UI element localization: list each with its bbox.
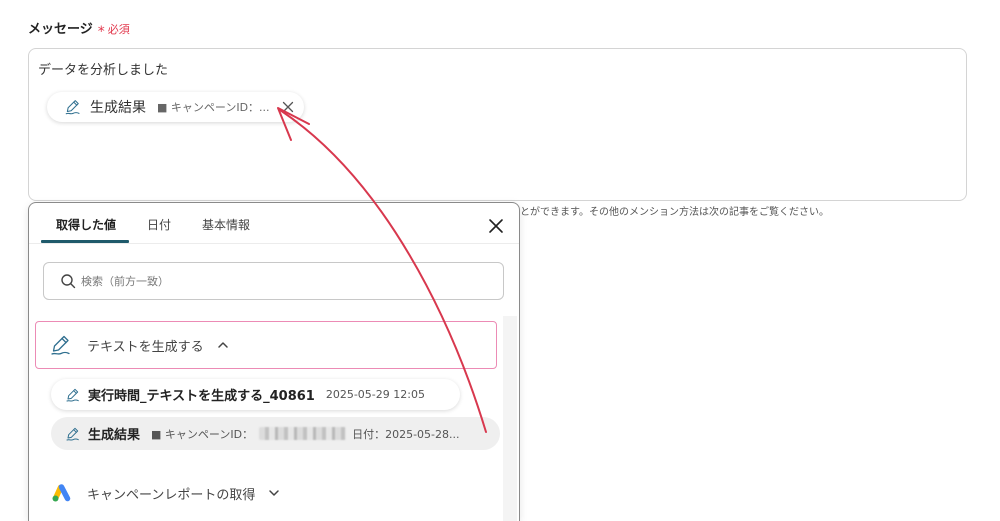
- item-detail: 2025-05-29 12:05: [325, 388, 425, 401]
- message-text: データを分析しました: [38, 63, 169, 78]
- chip-detail: ■ キャンペーンID：...: [157, 101, 270, 114]
- section-generate-text[interactable]: テキストを生成する: [35, 321, 497, 369]
- tab-basic-info[interactable]: 基本情報: [202, 216, 250, 234]
- list-item-execution-time[interactable]: 実行時間_テキストを生成する_40861 2025-05-29 12:05: [51, 379, 460, 410]
- active-tab-indicator: [41, 240, 129, 243]
- item-title: 生成結果: [88, 428, 141, 443]
- section-campaign-report[interactable]: キャンペーンレポートの取得: [35, 469, 497, 517]
- close-icon[interactable]: [488, 218, 504, 234]
- required-asterisk: *: [97, 24, 105, 40]
- tab-divider: [29, 243, 519, 244]
- required-indicator: * 必須: [98, 20, 130, 40]
- required-text: 必須: [107, 23, 130, 36]
- search-field[interactable]: [43, 262, 504, 300]
- search-icon: [60, 273, 76, 289]
- list-item-generated-result[interactable]: 生成結果 ■ キャンペーンID： 日付：2025-05-28...: [51, 417, 500, 450]
- item-detail: ■ キャンペーンID：: [151, 427, 254, 441]
- variable-picker-popup: 取得した値 日付 基本情報 テキストを生成する: [28, 202, 520, 521]
- chevron-down-icon[interactable]: [268, 487, 280, 499]
- item-date: 日付：2025-05-28...: [352, 427, 460, 441]
- generate-text-icon: [64, 98, 82, 116]
- helper-text: とができます。その他のメンション方法は次の記事をご覧ください。: [520, 207, 829, 218]
- generate-text-icon: [65, 426, 81, 442]
- search-input[interactable]: [81, 271, 481, 291]
- chevron-up-icon[interactable]: [217, 339, 229, 351]
- chip-remove-close-icon[interactable]: [282, 101, 294, 113]
- field-label-text: メッセージ: [28, 22, 93, 37]
- generate-text-icon: [65, 387, 81, 403]
- item-title: 実行時間_テキストを生成する_40861: [88, 389, 315, 404]
- inserted-variable-chip[interactable]: 生成結果 ■ キャンペーンID：...: [47, 92, 304, 122]
- blurred-campaign-id: [259, 427, 347, 440]
- generate-text-icon: [49, 333, 73, 357]
- google-ads-icon: [49, 481, 73, 505]
- section-title: キャンペーンレポートの取得: [87, 487, 256, 503]
- scrollbar-track[interactable]: [503, 316, 517, 521]
- tab-date[interactable]: 日付: [147, 216, 171, 234]
- message-field-label: メッセージ * 必須: [28, 20, 130, 40]
- chip-title: 生成結果: [90, 100, 146, 116]
- tab-acquired-values[interactable]: 取得した値: [56, 216, 116, 234]
- section-title: テキストを生成する: [87, 339, 204, 355]
- message-textarea[interactable]: データを分析しました 生成結果 ■ キャンペーンID：...: [28, 48, 967, 201]
